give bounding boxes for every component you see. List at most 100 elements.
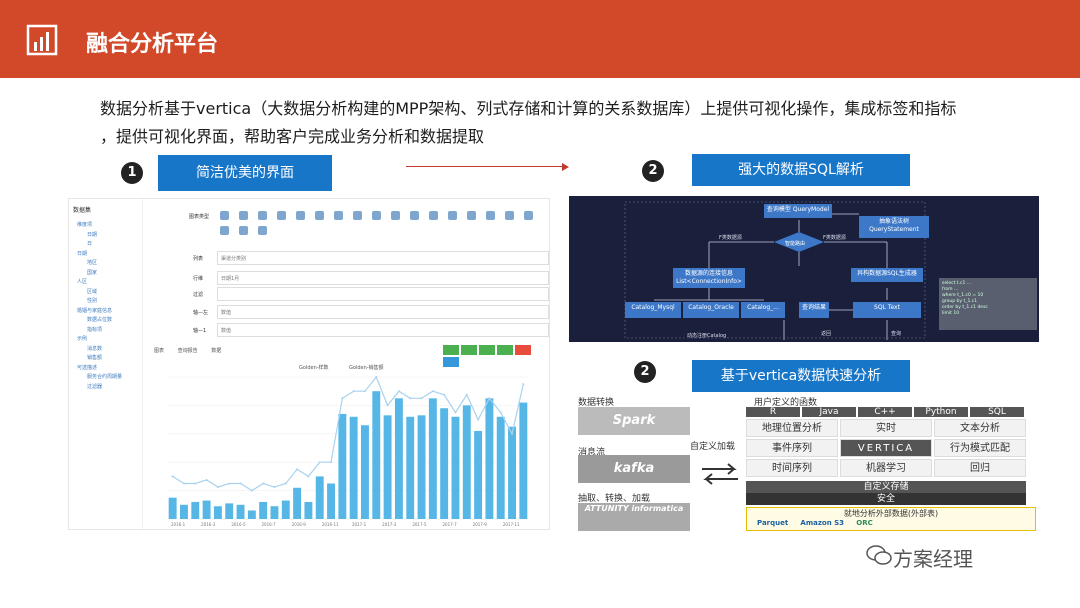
bar [383, 415, 392, 519]
line-point [262, 482, 265, 485]
chart-type-label: 图表类型 [189, 214, 210, 220]
bar [485, 398, 494, 519]
tab-query[interactable]: 查询报告 [178, 348, 198, 354]
tab-chart[interactable]: 图表 [154, 348, 164, 354]
config-row: 列表 渠道分类别 [149, 251, 549, 265]
bar-chart-icon [26, 24, 58, 56]
section-number-2: 2 [642, 160, 664, 182]
bar [406, 416, 415, 519]
vertica-architecture: 数据转换 Spark 消息流 kafka 抽取、转换、加载 ATTUNITY i… [574, 393, 1044, 533]
header-bar: 融合分析平台 [0, 0, 1080, 78]
tree-item[interactable]: 区域 [87, 288, 97, 295]
diagram-label-datasource-right: F类数据源 [823, 235, 846, 241]
bar [372, 391, 381, 519]
tree-item[interactable]: 性别 [87, 297, 97, 304]
x-tick-label: 2016-1 [171, 522, 186, 527]
tree-item[interactable]: 婚姻与家庭信息 [77, 307, 112, 314]
bar [440, 408, 449, 519]
format-logos: Parquet Amazon S3 ORC [747, 519, 1035, 527]
line-point [307, 475, 310, 478]
bar [180, 504, 188, 519]
intro-text: 数据分析基于vertica（大数据分析构建的MPP架构、列式存储和计算的关系数据… [100, 95, 1030, 151]
bar [394, 398, 403, 519]
external-tables-box: 就地分析外部数据(外部表) Parquet Amazon S3 ORC [746, 507, 1036, 531]
line-point [465, 393, 468, 396]
config-row-label: 轴—1 [193, 328, 207, 334]
line-point [397, 390, 400, 393]
diagram-label-register: 动态注册Catalog [687, 333, 727, 339]
tree-item[interactable]: 过滤器 [87, 383, 102, 390]
bar [270, 506, 279, 519]
config-row-label: 列表 [193, 256, 204, 262]
x-tick-label: 2016-7 [262, 522, 277, 527]
tree-item[interactable]: 服务合约周期量 [87, 373, 122, 380]
legend-item: Golden-样数 [299, 364, 329, 371]
line-point [182, 482, 185, 485]
line-point [375, 376, 378, 378]
bar [417, 415, 426, 519]
line-point [499, 411, 502, 414]
bar [338, 413, 347, 519]
tree-item[interactable]: 地区 [87, 259, 97, 266]
config-row-label: 行维 [193, 276, 204, 282]
config-row-field[interactable] [217, 287, 549, 301]
tree-item[interactable]: 可选描述 [77, 364, 97, 371]
line-point [386, 404, 389, 407]
kafka-logo: kafka [578, 455, 690, 483]
analytics-cell: 机器学习 [840, 459, 932, 477]
bar [259, 501, 268, 519]
result-tabs[interactable]: 图表 查询报告 数据 [154, 347, 233, 354]
diagram-box-catalog-oracle: Catalog_Oracle [683, 302, 739, 318]
tree-item[interactable]: 指标项 [87, 326, 102, 333]
chart-type-icons[interactable] [215, 209, 545, 239]
diagram-box-catalog-mysql: Catalog_Mysql [625, 302, 681, 318]
page-title: 融合分析平台 [86, 32, 219, 57]
tree-item[interactable]: 维度项 [77, 221, 92, 228]
tree-item[interactable]: 数据占位数 [87, 316, 112, 323]
tree-item[interactable]: 人区 [77, 278, 87, 285]
diagram-label-query: 查询 [891, 331, 902, 337]
config-row-field[interactable]: 日期1月 [217, 271, 549, 285]
wechat-icon [866, 545, 892, 565]
external-tables-title: 就地分析外部数据(外部表) [843, 509, 939, 518]
diagram-label-router: 智能路由 [785, 241, 806, 247]
line-point [284, 482, 287, 485]
diagram-box-connection: 数据源的连接信息 List<ConnectionInfo> [673, 268, 745, 288]
tree-item[interactable]: 日期 [77, 250, 87, 257]
intro-line2: ，提供可视化界面，帮助客户完成业务分析和数据提取 [100, 127, 485, 146]
bi-ui-panel: 数据集 维度项 日期日日期 地区 国家 人区 区域 性别 婚姻与家庭信息 数据占位数 指标项 示例消… [68, 198, 550, 530]
diagram-box-sql-text: SQL Text [853, 302, 921, 318]
arrow-head-icon [562, 163, 569, 171]
diagram-box-query-model: 查询模型 QueryModel [764, 204, 832, 218]
tree-item[interactable]: 消息数 [87, 345, 102, 352]
line-point [318, 461, 321, 464]
config-row-field[interactable]: 数值 [217, 323, 549, 337]
tree-item[interactable]: 日期 [87, 231, 97, 238]
sidebar-title: 数据集 [73, 207, 92, 214]
line-point [273, 486, 276, 489]
intro-line1: 数据分析基于vertica（大数据分析构建的MPP架构、列式存储和计算的关系数据… [100, 99, 957, 118]
config-row-field[interactable]: 渠道分类别 [217, 251, 549, 265]
config-row-field[interactable]: 数值 [217, 305, 549, 319]
diagram-box-catalog-etc: Catalog_... [741, 302, 785, 318]
tree-item[interactable]: 国家 [87, 269, 97, 276]
line-point [363, 390, 366, 393]
config-row: 过滤 [149, 287, 549, 301]
bar [168, 497, 177, 519]
line-point [420, 397, 423, 400]
udf-language: Python [914, 407, 968, 417]
config-row-label: 过滤 [193, 292, 204, 298]
analytics-cell: 时间序列 [746, 459, 838, 477]
line-point [352, 390, 355, 393]
tree-item[interactable]: 销售额 [87, 354, 102, 361]
tab-data[interactable]: 数据 [211, 348, 221, 354]
line-point [194, 482, 197, 485]
line-point [522, 383, 525, 386]
x-tick-label: 2016-9 [292, 522, 307, 527]
x-tick-label: 2017-1 [352, 522, 367, 527]
section-label-1: 简洁优美的界面 [158, 155, 332, 191]
tree-item[interactable]: 日 [87, 240, 92, 247]
udf-language: R [746, 407, 800, 417]
line-point [477, 418, 480, 421]
tree-item[interactable]: 示例 [77, 335, 87, 342]
